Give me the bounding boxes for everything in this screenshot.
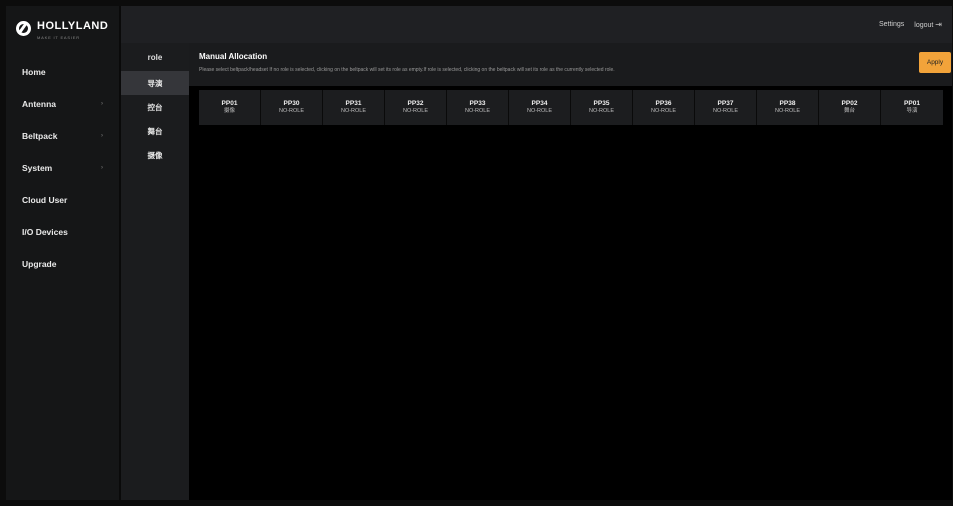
beltpack-id: PP35 <box>593 99 610 107</box>
role-panel-title: role <box>147 52 163 62</box>
brand-tagline: MAKE IT EASIER <box>37 35 80 40</box>
beltpack-role: NO-ROLE <box>278 108 305 115</box>
beltpack-role: 导演 <box>906 108 918 115</box>
role-panel: role 导演 控台 舞台 摄像 <box>121 43 189 500</box>
sidebar-item-system[interactable]: System › <box>6 152 119 184</box>
sidebar-item-label: System <box>22 163 53 173</box>
sidebar-item-i-o-devices[interactable]: I/O Devices <box>6 216 119 248</box>
apply-button[interactable]: Apply <box>919 52 951 73</box>
allocation-header: Manual Allocation Please select beltpack… <box>189 43 952 86</box>
beltpack-id: PP33 <box>469 99 486 107</box>
beltpack-cell[interactable]: PP36 NO-ROLE <box>633 90 695 125</box>
beltpack-role: 摄像 <box>223 108 235 115</box>
logout-label: logout <box>914 22 934 29</box>
logout-icon: ⇥ <box>935 20 942 29</box>
beltpack-role: NO-ROLE <box>712 108 739 115</box>
main-content: Manual Allocation Please select beltpack… <box>189 43 952 500</box>
beltpack-cell[interactable]: PP30 NO-ROLE <box>261 90 323 125</box>
beltpack-cell[interactable]: PP35 NO-ROLE <box>571 90 633 125</box>
sidebar-item-label: Home <box>22 67 46 77</box>
beltpack-role: NO-ROLE <box>402 108 429 115</box>
beltpack-id: PP30 <box>283 99 300 107</box>
sidebar-nav: Home Antenna › Beltpack › System › Cloud User I/… <box>6 56 119 280</box>
brand-logo: HOLLYLAND MAKE IT EASIER <box>16 16 108 40</box>
sidebar-item-label: Upgrade <box>22 259 57 269</box>
beltpack-id: PP34 <box>531 99 548 107</box>
role-item[interactable]: 控台 <box>121 95 189 119</box>
app-window: HOLLYLAND MAKE IT EASIER Home Antenna › Bel… <box>6 6 952 500</box>
brand-name: HOLLYLAND <box>37 20 109 32</box>
beltpack-cell[interactable]: PP01 摄像 <box>199 90 261 125</box>
sidebar-item-label: Cloud User <box>22 195 68 205</box>
beltpack-id: PP01 <box>904 99 920 107</box>
sidebar-item-label: Beltpack <box>22 131 58 141</box>
sidebar-item-cloud-user[interactable]: Cloud User <box>6 184 119 216</box>
beltpack-role: 舞台 <box>843 108 855 115</box>
top-header: Settings logout ⇥ <box>121 6 952 43</box>
settings-link[interactable]: Settings <box>879 21 904 28</box>
hollyland-logo-icon <box>16 20 31 36</box>
sidebar-item-upgrade[interactable]: Upgrade <box>6 248 119 280</box>
sidebar-item-label: I/O Devices <box>22 227 68 237</box>
beltpack-cell[interactable]: PP34 NO-ROLE <box>509 90 571 125</box>
sidebar-item-home[interactable]: Home <box>6 56 119 88</box>
chevron-right-icon: › <box>101 101 103 107</box>
page-title: Manual Allocation <box>199 52 268 61</box>
chevron-right-icon: › <box>101 165 103 171</box>
beltpack-role: NO-ROLE <box>464 108 491 115</box>
beltpack-cell[interactable]: PP32 NO-ROLE <box>385 90 447 125</box>
sidebar-item-beltpack[interactable]: Beltpack › <box>6 120 119 152</box>
beltpack-cell[interactable]: PP33 NO-ROLE <box>447 90 509 125</box>
beltpack-role: NO-ROLE <box>588 108 615 115</box>
sidebar-item-label: Antenna <box>22 99 56 109</box>
beltpack-id: PP37 <box>717 99 734 107</box>
role-item[interactable]: 舞台 <box>121 119 189 143</box>
beltpack-cell[interactable]: PP01 导演 <box>881 90 943 125</box>
role-item[interactable]: 导演 <box>121 71 189 95</box>
beltpack-role: NO-ROLE <box>774 108 801 115</box>
beltpack-id: PP38 <box>779 99 796 107</box>
chevron-right-icon: › <box>101 133 103 139</box>
role-item[interactable]: 摄像 <box>121 143 189 167</box>
beltpack-cell[interactable]: PP31 NO-ROLE <box>323 90 385 125</box>
sidebar: HOLLYLAND MAKE IT EASIER Home Antenna › Bel… <box>6 6 121 500</box>
beltpack-role: NO-ROLE <box>650 108 677 115</box>
beltpack-id: PP31 <box>345 99 362 107</box>
sidebar-item-antenna[interactable]: Antenna › <box>6 88 119 120</box>
beltpack-role: NO-ROLE <box>526 108 553 115</box>
logout-link[interactable]: logout ⇥ <box>914 20 942 29</box>
beltpack-id: PP32 <box>407 99 424 107</box>
page-description: Please select beltpack/headset If no rol… <box>199 67 615 73</box>
beltpack-list: PP01 摄像 PP30 NO-ROLE PP31 NO-ROLE PP32 NO-ROLE P… <box>199 90 943 125</box>
beltpack-cell[interactable]: PP02 舞台 <box>819 90 881 125</box>
beltpack-cell[interactable]: PP37 NO-ROLE <box>695 90 757 125</box>
beltpack-id: PP36 <box>655 99 672 107</box>
beltpack-id: PP02 <box>841 99 858 107</box>
beltpack-id: PP01 <box>221 99 238 107</box>
role-list: 导演 控台 舞台 摄像 <box>121 71 189 167</box>
beltpack-role: NO-ROLE <box>340 108 367 115</box>
beltpack-cell[interactable]: PP38 NO-ROLE <box>757 90 819 125</box>
